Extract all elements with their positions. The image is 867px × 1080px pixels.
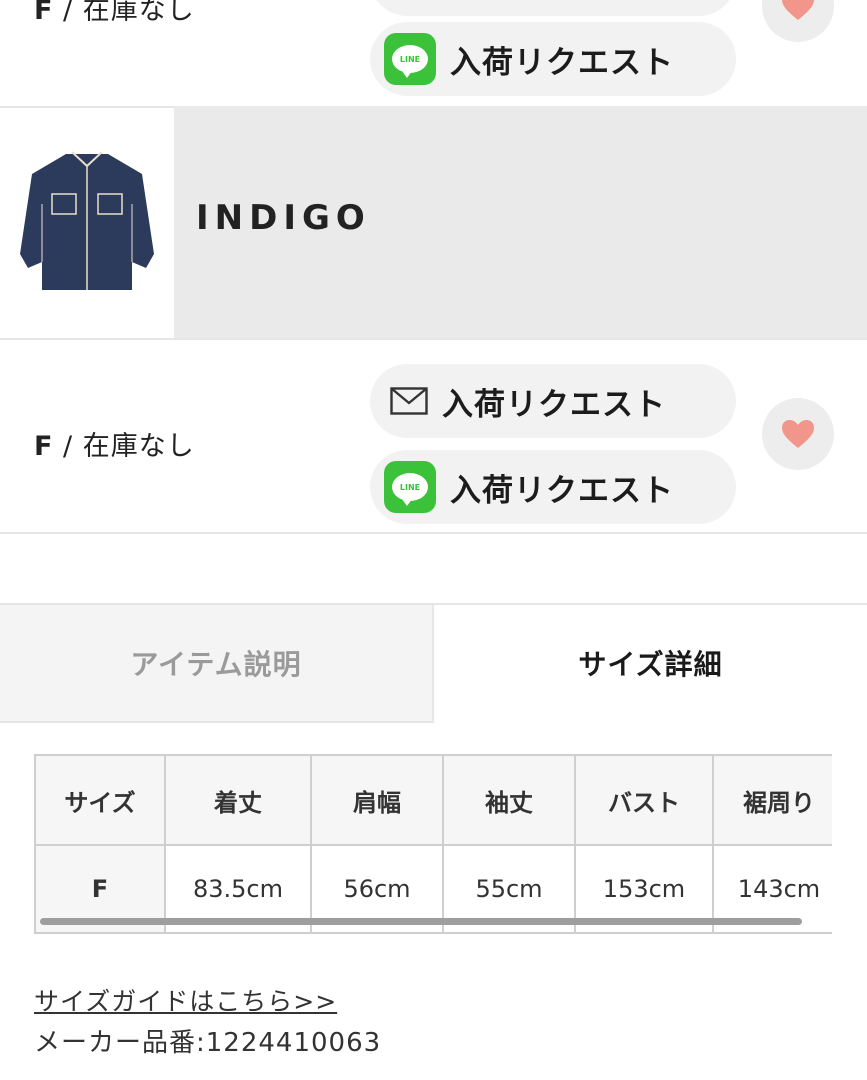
stock-status: 在庫なし xyxy=(82,431,195,462)
table-scrollbar[interactable] xyxy=(40,918,802,925)
size-label: F xyxy=(34,431,54,462)
line-icon: LINE xyxy=(384,461,436,513)
mail-icon xyxy=(390,387,428,415)
mail-request-button[interactable]: 入荷リクエスト xyxy=(370,364,736,438)
size-table-viewport: サイズ 着丈 肩幅 袖丈 バスト 裾周り F 83.5cm 56cm 55cm … xyxy=(0,740,867,940)
mail-request-button-cut[interactable] xyxy=(370,0,736,16)
size-table: サイズ 着丈 肩幅 袖丈 バスト 裾周り F 83.5cm 56cm 55cm … xyxy=(34,754,846,934)
table-header: 裾周り xyxy=(712,754,846,846)
line-icon: LINE xyxy=(384,33,436,85)
mail-request-label: 入荷リクエスト xyxy=(442,386,666,423)
size-guide-link[interactable]: サイズガイドはこちら>> xyxy=(34,982,337,1018)
table-header: バスト xyxy=(574,754,714,846)
table-header: 肩幅 xyxy=(310,754,444,846)
line-request-label: 入荷リクエスト xyxy=(450,472,674,509)
color-variant-header: INDIGO xyxy=(0,106,867,340)
table-header: 袖丈 xyxy=(442,754,576,846)
detail-tabs: アイテム説明 サイズ詳細 xyxy=(0,603,867,723)
line-request-button[interactable]: LINE 入荷リクエスト xyxy=(370,450,736,524)
stock-status: 在庫なし xyxy=(82,0,195,26)
favorite-button[interactable] xyxy=(762,398,834,470)
line-request-label: 入荷リクエスト xyxy=(450,44,674,81)
size-stock-status: F / 在庫なし xyxy=(34,0,195,27)
denim-shirt-image xyxy=(20,151,154,290)
maker-product-number: メーカー品番:1224410063 xyxy=(34,1028,382,1058)
heart-icon xyxy=(782,0,814,20)
color-name-panel: INDIGO xyxy=(174,106,867,338)
favorite-button[interactable] xyxy=(762,0,834,42)
tab-size-details[interactable]: サイズ詳細 xyxy=(434,605,867,721)
size-label: F xyxy=(34,0,54,26)
color-name: INDIGO xyxy=(196,198,371,238)
line-request-button[interactable]: LINE 入荷リクエスト xyxy=(370,22,736,96)
size-row-previous: F / 在庫なし LINE 入荷リクエスト xyxy=(0,0,867,108)
table-header: サイズ xyxy=(34,754,166,846)
table-header-row: サイズ 着丈 肩幅 袖丈 バスト 裾周り xyxy=(34,754,846,846)
heart-icon xyxy=(782,420,814,448)
table-header: 着丈 xyxy=(164,754,312,846)
size-row-indigo: F / 在庫なし 入荷リクエスト LINE 入荷リクエスト xyxy=(0,340,867,534)
tab-item-description[interactable]: アイテム説明 xyxy=(0,605,434,723)
product-thumbnail[interactable] xyxy=(14,144,160,300)
size-stock-status: F / 在庫なし xyxy=(34,431,195,462)
